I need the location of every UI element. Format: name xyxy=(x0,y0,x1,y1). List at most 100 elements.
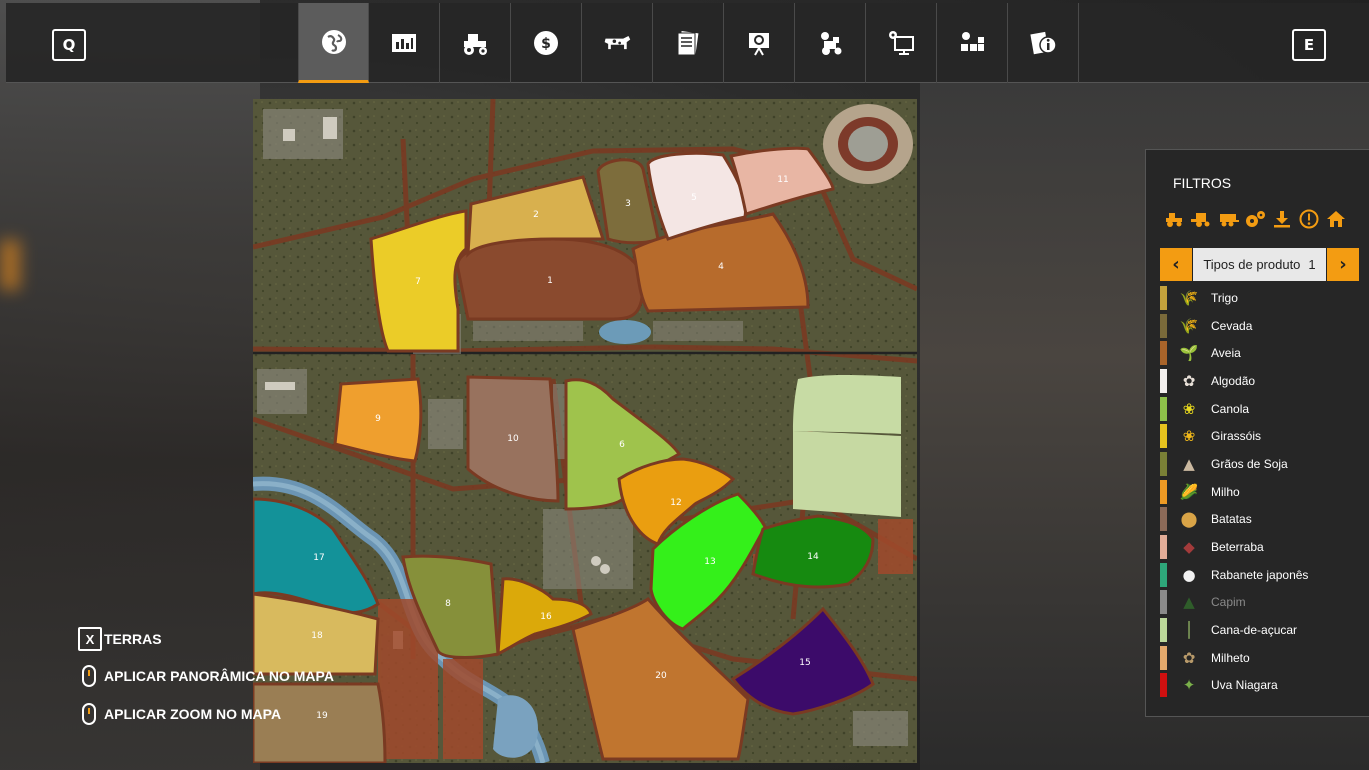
selector-next-button[interactable]: › xyxy=(1327,248,1359,281)
zoom-hint: APLICAR ZOOM NO MAPA xyxy=(78,703,281,725)
settings-icon xyxy=(889,31,914,55)
crop-row[interactable]: ▲ Grãos de Soja xyxy=(1160,450,1369,478)
crop-color-swatch xyxy=(1160,507,1167,532)
maize-icon: 🌽 xyxy=(1179,482,1199,501)
zoom-label: APLICAR ZOOM NO MAPA xyxy=(104,706,282,722)
crop-name: Grãos de Soja xyxy=(1211,456,1288,471)
gears-filter-icon[interactable] xyxy=(1244,208,1266,230)
alert-filter-icon[interactable] xyxy=(1298,208,1320,230)
wheat-icon: 🌾 xyxy=(1179,288,1199,307)
garage-icon xyxy=(821,32,842,55)
tab-settings[interactable] xyxy=(866,3,937,83)
canola-icon: ❀ xyxy=(1182,399,1196,418)
trailer-filter-icon[interactable] xyxy=(1217,208,1239,230)
oat-icon: 🌱 xyxy=(1179,344,1199,363)
crop-row[interactable]: ❀ Canola xyxy=(1160,395,1369,423)
crop-row[interactable]: 🌾 Cevada xyxy=(1160,312,1369,340)
crop-legend: 🌾 Trigo 🌾 Cevada 🌱 Aveia ✿ Algodão ❀ Canola ❀ Giras… xyxy=(1160,284,1369,699)
next-page-key-button[interactable]: E xyxy=(1292,29,1326,61)
tractor-icon xyxy=(464,34,487,55)
crop-row[interactable]: ❀ Girassóis xyxy=(1160,422,1369,450)
crop-row[interactable]: ✿ Milheto xyxy=(1160,644,1369,672)
top-menu-bar: Q $ E xyxy=(6,3,1369,83)
selector-label: Tipos de produto 1 xyxy=(1192,248,1327,281)
crop-name: Cana-de-açucar xyxy=(1211,623,1298,638)
tab-production[interactable] xyxy=(937,3,1008,83)
field-label: 18 xyxy=(311,631,323,641)
soybean-icon: ▲ xyxy=(1183,454,1195,473)
tab-garage[interactable] xyxy=(795,3,866,83)
tab-vehicles[interactable] xyxy=(440,3,511,83)
filters-title: FILTROS xyxy=(1173,175,1232,191)
crop-name: Uva Niagara xyxy=(1211,678,1278,693)
crop-color-swatch xyxy=(1160,451,1167,476)
crop-row[interactable]: ▲ Capim xyxy=(1160,589,1369,617)
tab-contracts[interactable] xyxy=(653,3,724,83)
field-label: 5 xyxy=(691,193,697,203)
crop-name: Algodão xyxy=(1211,373,1256,388)
tab-animals[interactable] xyxy=(582,3,653,83)
finances-icon: $ xyxy=(534,31,558,55)
tab-finances[interactable]: $ xyxy=(511,3,582,83)
selector-text: Tipos de produto xyxy=(1203,257,1301,272)
crop-row[interactable]: 🌾 Trigo xyxy=(1160,284,1369,312)
map-terrain xyxy=(253,99,917,763)
statistics-icon xyxy=(392,34,416,52)
crop-name: Batatas xyxy=(1211,512,1252,527)
mouse-icon xyxy=(82,665,96,687)
crop-row[interactable]: 🌱 Aveia xyxy=(1160,339,1369,367)
filters-panel: FILTROS ‹ Tipos de produto 1 › 🌾 Trigo 🌾 Ce… xyxy=(1145,149,1369,717)
crop-color-swatch xyxy=(1160,368,1167,393)
tab-map[interactable] xyxy=(298,3,369,83)
field-label: 15 xyxy=(799,658,811,668)
harvester-filter-icon[interactable] xyxy=(1190,208,1212,230)
crop-name: Girassóis xyxy=(1211,429,1262,444)
field-label: 13 xyxy=(704,557,716,567)
product-type-selector: ‹ Tipos de produto 1 › xyxy=(1160,248,1359,281)
home-filter-icon[interactable] xyxy=(1325,208,1347,230)
tab-statistics[interactable] xyxy=(369,3,440,83)
farm-map[interactable]: 1 2 3 4 5 6 7 8 9 10 11 12 13 14 15 16 1… xyxy=(253,99,917,763)
background-left xyxy=(0,0,260,770)
filter-icon-row xyxy=(1163,208,1347,230)
crop-color-swatch xyxy=(1160,479,1167,504)
field-label: 8 xyxy=(445,599,451,609)
millet-icon: ✿ xyxy=(1182,648,1196,667)
tab-help[interactable] xyxy=(724,3,795,83)
lands-hint[interactable]: X TERRAS xyxy=(78,627,162,651)
crop-row[interactable]: 🌽 Milho xyxy=(1160,478,1369,506)
crop-row[interactable]: │ Cana-de-açucar xyxy=(1160,616,1369,644)
crop-color-swatch xyxy=(1160,313,1167,338)
crop-color-swatch xyxy=(1160,562,1167,587)
potato-icon: ⬤ xyxy=(1180,510,1198,529)
crop-row[interactable]: ◆ Beterraba xyxy=(1160,533,1369,561)
crop-name: Milheto xyxy=(1211,650,1250,665)
field-label: 17 xyxy=(313,553,325,563)
svg-text:$: $ xyxy=(541,36,551,52)
info-icon xyxy=(1030,31,1057,55)
prev-page-key-button[interactable]: Q xyxy=(52,29,86,61)
download-filter-icon[interactable] xyxy=(1271,208,1293,230)
field-label: 14 xyxy=(807,552,819,562)
background-glow xyxy=(0,240,20,290)
crop-row[interactable]: ✿ Algodão xyxy=(1160,367,1369,395)
x-key: X xyxy=(78,627,102,651)
tractor-filter-icon[interactable] xyxy=(1163,208,1185,230)
pan-hint: APLICAR PANORÂMICA NO MAPA xyxy=(78,665,334,687)
beetroot-icon: ◆ xyxy=(1183,538,1195,557)
crop-row[interactable]: ● Rabanete japonês xyxy=(1160,561,1369,589)
pan-label: APLICAR PANORÂMICA NO MAPA xyxy=(104,668,334,684)
field-label: 12 xyxy=(670,498,682,508)
menu-tabs: $ xyxy=(298,3,1079,83)
contracts-icon xyxy=(677,30,699,56)
help-icon xyxy=(749,33,769,56)
crop-name: Aveia xyxy=(1211,346,1241,361)
crop-row[interactable]: ⬤ Batatas xyxy=(1160,506,1369,534)
crop-name: Milho xyxy=(1211,484,1240,499)
grass-icon: ▲ xyxy=(1183,593,1195,612)
field-label: 11 xyxy=(777,175,789,185)
selector-prev-button[interactable]: ‹ xyxy=(1160,248,1192,281)
crop-row[interactable]: ✦ Uva Niagara xyxy=(1160,672,1369,700)
tab-info[interactable] xyxy=(1008,3,1079,83)
crop-color-swatch xyxy=(1160,341,1167,366)
